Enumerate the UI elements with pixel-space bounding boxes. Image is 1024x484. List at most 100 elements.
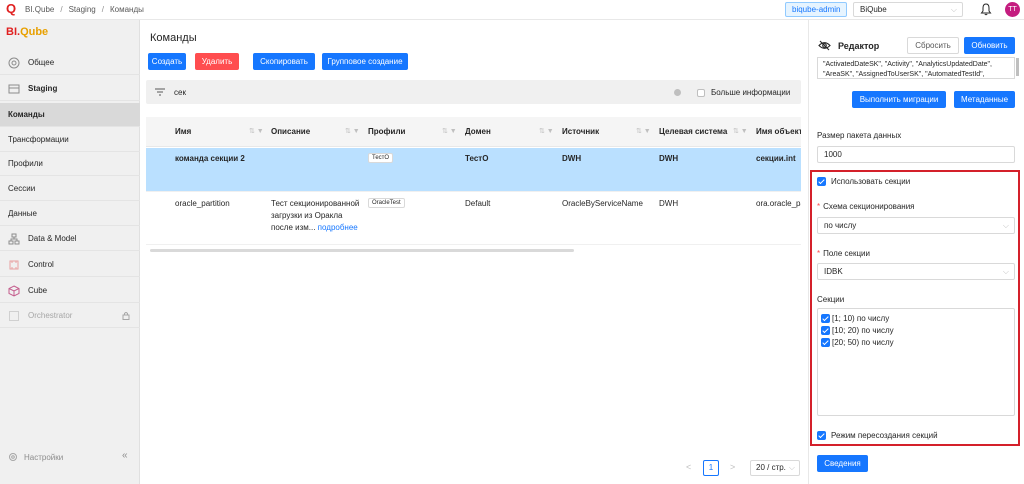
section-checkbox[interactable] <box>821 326 830 335</box>
more-info-label: Больше информации <box>711 88 791 97</box>
clear-search-icon[interactable] <box>674 89 681 96</box>
recreate-mode-label: Режим пересоздания секций <box>831 431 938 440</box>
general-icon <box>8 57 20 68</box>
settings-label: Настройки <box>24 452 64 462</box>
sidebar-item-control[interactable]: Control <box>0 253 140 277</box>
sort-filter-icon[interactable]: ⇅ ▼ <box>345 127 360 135</box>
sidebar-item-label: Общее <box>28 58 55 67</box>
column-header-description[interactable]: Описание <box>271 127 310 136</box>
column-header-target[interactable]: Целевая система <box>659 127 727 136</box>
create-button[interactable]: Создать <box>148 53 186 70</box>
filter-icon[interactable] <box>155 88 165 96</box>
more-info-checkbox[interactable]: Больше информации <box>697 88 790 97</box>
search-input[interactable]: сек <box>174 88 186 97</box>
avatar[interactable]: TT <box>1005 2 1020 17</box>
section-checkbox[interactable] <box>821 338 830 347</box>
eye-off-icon[interactable] <box>818 40 831 51</box>
recreate-mode-checkbox[interactable] <box>817 431 826 440</box>
cell-description-line: Тест секционированной <box>271 199 360 208</box>
delete-button[interactable]: Удалить <box>195 53 239 70</box>
sidebar-item-label: Cube <box>28 286 48 295</box>
sort-filter-icon[interactable]: ⇅ ▼ <box>442 127 457 135</box>
page-size-value: 20 / стр. <box>756 463 786 472</box>
summary-button[interactable]: Сведения <box>817 455 868 472</box>
cell-object: ora.oracle_pa <box>756 199 801 208</box>
sidebar-item-label: Данные <box>8 209 37 218</box>
staging-icon <box>8 84 20 93</box>
code-editor[interactable]: "ActivatedDateSK", "Activity", "Analytic… <box>817 57 1015 79</box>
copy-button[interactable]: Скопировать <box>253 53 315 70</box>
settings-link[interactable]: Настройки <box>8 452 63 462</box>
app-logo[interactable]: Q <box>6 2 20 16</box>
sidebar-item-commands[interactable]: Команды <box>0 103 140 127</box>
sidebar-item-label: Команды <box>8 110 45 119</box>
cell-name: oracle_partition <box>175 199 230 208</box>
sort-filter-icon[interactable]: ⇅ ▼ <box>249 127 264 135</box>
chevron-down-icon: ⌵ <box>950 5 957 14</box>
batch-size-input[interactable]: 1000 <box>817 146 1015 163</box>
sidebar-item-label: Staging <box>28 84 58 93</box>
collapse-sidebar-icon[interactable]: « <box>122 450 128 461</box>
sidebar-item-cube[interactable]: Cube <box>0 279 140 303</box>
reset-button[interactable]: Сбросить <box>907 37 959 54</box>
cell-object: секции.int <box>756 154 796 163</box>
brand-logo: BI.Qube <box>6 26 49 38</box>
code-scrollbar[interactable] <box>1016 58 1019 76</box>
cell-description-line: после изм... подробнее <box>271 223 358 232</box>
bell-icon[interactable] <box>980 3 992 16</box>
page-number-button[interactable]: 1 <box>703 460 719 476</box>
data-model-icon <box>8 233 20 244</box>
scheme-select[interactable]: по числу ⌵ <box>817 217 1015 234</box>
section-field-value: IDBK <box>824 267 843 276</box>
profile-tag: ТестО <box>368 153 394 163</box>
sidebar-item-label: Orchestrator <box>28 311 73 320</box>
sidebar-item-data-model[interactable]: Data & Model <box>0 227 140 251</box>
sidebar-item-label: Трансформации <box>8 135 69 144</box>
sidebar-item-data[interactable]: Данные <box>0 202 140 226</box>
sections-list: [1; 10) по числу [10; 20) по числу [20; … <box>817 308 1015 416</box>
column-header-profiles[interactable]: Профили <box>368 127 405 136</box>
chevron-down-icon: ⌵ <box>1002 267 1009 276</box>
metadata-button[interactable]: Метаданные <box>954 91 1015 108</box>
sidebar-item-staging[interactable]: Staging <box>0 77 140 101</box>
top-bar: Q BI.Qube / Staging / Команды biqube-admin B… <box>0 0 1024 20</box>
cell-target: DWH <box>659 154 679 163</box>
workspace-select[interactable]: BiQube ⌵ <box>853 2 963 17</box>
section-field-select[interactable]: IDBK ⌵ <box>817 263 1015 280</box>
page-size-select[interactable]: 20 / стр. ⌵ <box>750 460 800 476</box>
next-page-button[interactable]: > <box>730 462 735 472</box>
column-header-name[interactable]: Имя <box>175 127 191 136</box>
breadcrumb-item[interactable]: Staging <box>69 5 96 14</box>
commands-table: Имя ⇅ ▼ Описание ⇅ ▼ Профили ⇅ ▼ Домен ⇅… <box>146 117 801 257</box>
sort-filter-icon[interactable]: ⇅ ▼ <box>733 127 748 135</box>
admin-tag: biqube-admin <box>785 2 848 17</box>
run-migrations-button[interactable]: Выполнить миграции <box>852 91 946 108</box>
lock-icon <box>122 312 130 320</box>
orchestrator-icon <box>9 310 19 321</box>
table-row[interactable]: oracle_partition Тест секционированной з… <box>146 193 801 245</box>
column-header-object[interactable]: Имя объекта <box>756 127 801 136</box>
column-header-source[interactable]: Источник <box>562 127 599 136</box>
cell-description-line: загрузки из Оракла <box>271 211 343 220</box>
prev-page-button[interactable]: < <box>686 462 691 472</box>
section-checkbox[interactable] <box>821 314 830 323</box>
section-item-label: [1; 10) по числу <box>832 314 890 323</box>
table-horizontal-scrollbar[interactable] <box>150 249 574 252</box>
column-header-domain[interactable]: Домен <box>465 127 491 136</box>
update-button[interactable]: Обновить <box>964 37 1015 54</box>
sidebar-item-transformations[interactable]: Трансформации <box>0 128 140 152</box>
sidebar-item-general[interactable]: Общее <box>0 51 140 75</box>
sidebar-item-profiles[interactable]: Профили <box>0 152 140 176</box>
cell-domain: Default <box>465 199 491 208</box>
table-row[interactable]: команда секции 2 ТестО ТестО DWH DWH сек… <box>146 148 801 192</box>
table-header: Имя ⇅ ▼ Описание ⇅ ▼ Профили ⇅ ▼ Домен ⇅… <box>146 117 801 147</box>
sort-filter-icon[interactable]: ⇅ ▼ <box>539 127 554 135</box>
breadcrumb-item[interactable]: BI.Qube <box>25 5 54 14</box>
scheme-label: * Схема секционирования <box>817 202 915 211</box>
batch-size-label: Размер пакета данных <box>817 131 902 140</box>
sidebar-item-sessions[interactable]: Сессии <box>0 177 140 201</box>
group-create-button[interactable]: Групповое создание <box>322 53 408 70</box>
more-link[interactable]: подробнее <box>318 223 358 232</box>
use-sections-checkbox[interactable] <box>817 177 826 186</box>
sort-filter-icon[interactable]: ⇅ ▼ <box>636 127 651 135</box>
